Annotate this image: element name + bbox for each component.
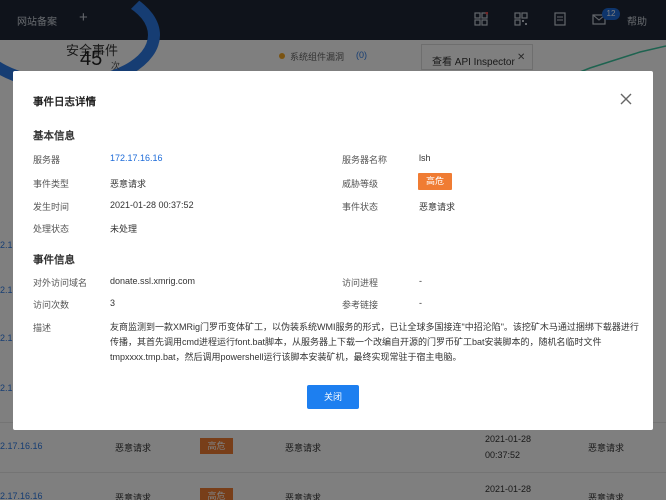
access-count-value: 3 [110, 298, 116, 308]
reference-link-label: 参考链接 [342, 300, 379, 310]
access-count-label: 访问次数 [33, 300, 70, 310]
domain-value: donate.ssl.xmrig.com [110, 276, 196, 286]
reference-link-value: - [419, 298, 422, 308]
event-type-value: 恶意请求 [110, 179, 147, 189]
process-label: 访问进程 [342, 278, 379, 288]
domain-label: 对外访问域名 [33, 278, 88, 288]
event-log-detail-dialog: 事件日志详情 基本信息 服务器 172.17.16.16 服务器名称 lsh 事… [13, 71, 653, 430]
process-value: - [419, 276, 422, 286]
event-status-label: 事件状态 [342, 202, 379, 212]
occur-time-label: 发生时间 [33, 202, 70, 212]
threat-level-label: 威胁等级 [342, 179, 379, 189]
close-button[interactable]: 关闭 [307, 385, 359, 409]
handle-status-label: 处理状态 [33, 224, 70, 234]
section-basic-info: 基本信息 [33, 130, 75, 142]
server-ip-link[interactable]: 172.17.16.16 [110, 153, 163, 163]
event-status-value: 恶意请求 [419, 202, 456, 212]
section-event-info: 事件信息 [33, 254, 75, 266]
threat-level-tag: 高危 [418, 173, 452, 190]
handle-status-value: 未处理 [110, 224, 138, 234]
dialog-title: 事件日志详情 [33, 96, 96, 108]
event-type-label: 事件类型 [33, 179, 70, 189]
server-name-label: 服务器名称 [342, 155, 388, 165]
description-text: 友商监测到一款XMRig门罗币变体矿工，以伪装系统WMI服务的形式，已让全球多国… [110, 322, 639, 362]
description-label: 描述 [33, 323, 52, 333]
server-label: 服务器 [33, 155, 61, 165]
occur-time-value: 2021-01-28 00:37:52 [110, 200, 194, 210]
close-icon[interactable] [619, 92, 633, 106]
server-name-value: lsh [419, 153, 431, 163]
